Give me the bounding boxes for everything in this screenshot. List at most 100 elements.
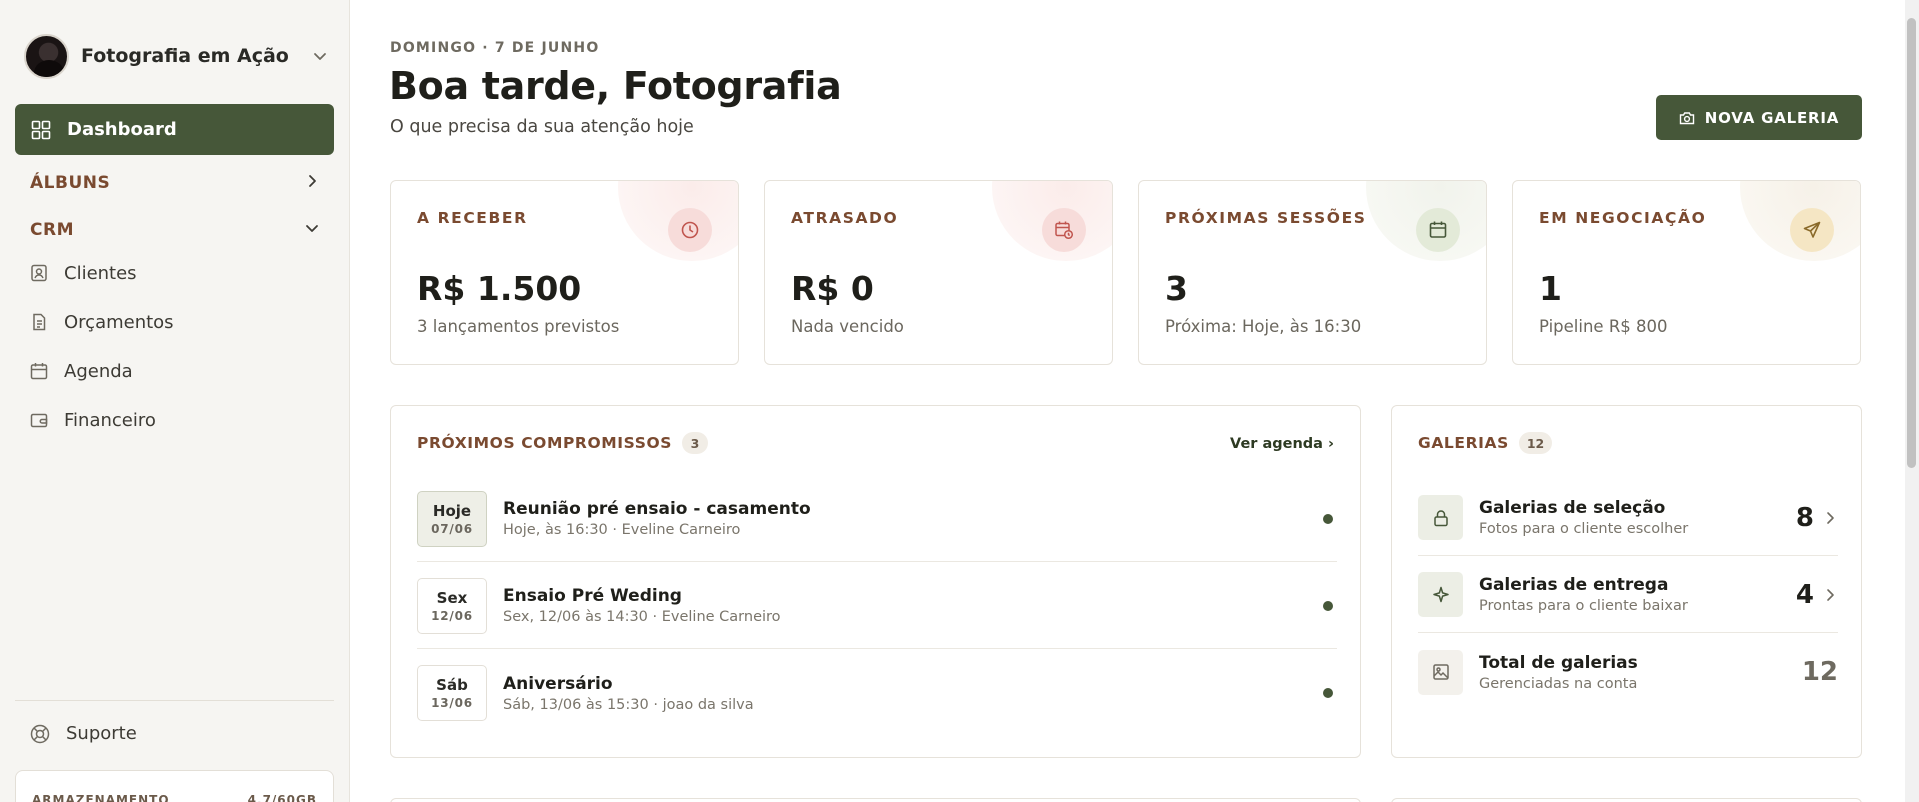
support-label: Suporte <box>66 723 137 744</box>
calendar-clock-icon <box>1042 208 1086 252</box>
image-icon <box>1418 649 1463 695</box>
view-agenda-link[interactable]: Ver agenda › <box>1230 436 1334 452</box>
contact-icon <box>30 264 50 282</box>
gallery-title: Total de galerias <box>1479 652 1638 673</box>
dashboard-icon <box>31 120 51 140</box>
appointment-row[interactable]: Hoje 07/06 Reunião pré ensaio - casament… <box>417 476 1337 562</box>
lock-icon <box>1418 495 1463 540</box>
stat-note: Pipeline R$ 800 <box>1539 317 1668 336</box>
stat-value: 1 <box>1539 269 1562 308</box>
sidebar-item-agenda[interactable]: Agenda <box>30 356 133 386</box>
chevron-right-icon <box>1824 511 1838 525</box>
gallery-row-total: Total de galerias Gerenciadas na conta 1… <box>1418 634 1838 710</box>
count-badge: 12 <box>1518 432 1553 454</box>
lifebuoy-icon <box>30 724 50 744</box>
divider <box>15 700 334 701</box>
panel-title: GALERIAS <box>1418 434 1509 452</box>
panel-partial <box>390 798 1361 802</box>
stat-note: Nada vencido <box>791 317 904 336</box>
stat-value: 3 <box>1165 269 1188 308</box>
stat-value: R$ 1.500 <box>417 269 582 308</box>
stat-label: A RECEBER <box>417 209 528 227</box>
page-title: Boa tarde, Fotografia <box>389 64 842 108</box>
stat-card-negotiation[interactable]: EM NEGOCIAÇÃO 1 Pipeline R$ 800 <box>1512 180 1861 365</box>
chevron-right-icon <box>1824 588 1838 602</box>
count-badge: 3 <box>682 432 709 454</box>
gallery-count: 12 <box>1801 657 1838 687</box>
account-switcher[interactable]: Fotografia em Ação <box>24 33 330 79</box>
scrollbar-thumb[interactable] <box>1907 18 1916 468</box>
wallet-icon <box>30 411 50 429</box>
storage-value: 4,7/60GB <box>247 793 317 802</box>
gallery-row-selection[interactable]: Galerias de seleção Fotos para o cliente… <box>1418 480 1838 556</box>
storage-label: ARMAZENAMENTO <box>32 793 170 802</box>
sidebar-item-financeiro[interactable]: Financeiro <box>30 405 156 435</box>
sidebar-item-label: Financeiro <box>64 409 156 431</box>
appointment-detail: Hoje, às 16:30 · Eveline Carneiro <box>503 522 741 538</box>
stat-card-overdue[interactable]: ATRASADO R$ 0 Nada vencido <box>764 180 1113 365</box>
support-link[interactable]: Suporte <box>30 723 137 744</box>
gallery-detail: Prontas para o cliente baixar <box>1479 598 1688 614</box>
page-subtitle: O que precisa da sua atenção hoje <box>390 117 694 137</box>
stat-note: Próxima: Hoje, às 16:30 <box>1165 317 1362 336</box>
stat-label: EM NEGOCIAÇÃO <box>1539 209 1707 227</box>
appointment-row[interactable]: Sex 12/06 Ensaio Pré Weding Sex, 12/06 à… <box>417 563 1337 649</box>
sidebar-item-dashboard[interactable]: Dashboard <box>15 104 334 155</box>
sidebar-item-label: Clientes <box>64 262 137 284</box>
sidebar-item-label: Dashboard <box>67 119 177 140</box>
camera-icon <box>1679 110 1695 126</box>
chevron-down-icon <box>310 46 330 66</box>
date-chip: Sáb 13/06 <box>417 665 487 721</box>
date-day: Sex <box>436 588 468 607</box>
sparkle-icon <box>1418 572 1463 617</box>
chevron-right-icon <box>304 173 320 194</box>
sidebar-item-orcamentos[interactable]: Orçamentos <box>30 307 174 337</box>
date-value: 07/06 <box>431 521 473 536</box>
status-dot <box>1323 600 1333 611</box>
avatar <box>24 33 69 79</box>
clock-icon <box>668 208 712 252</box>
panel-header: GALERIAS 12 <box>1418 432 1553 454</box>
panel-partial <box>1391 798 1862 802</box>
chevron-down-icon <box>304 220 320 241</box>
stat-label: PRÓXIMAS SESSÕES <box>1165 209 1367 227</box>
sidebar-section-albums[interactable]: ÁLBUNS <box>30 168 320 198</box>
gallery-title: Galerias de seleção <box>1479 498 1666 518</box>
gallery-detail: Gerenciadas na conta <box>1479 675 1638 692</box>
new-gallery-button[interactable]: NOVA GALERIA <box>1656 95 1862 140</box>
date-day: Sáb <box>436 676 468 694</box>
appointments-panel: PRÓXIMOS COMPROMISSOS 3 Ver agenda › Hoj… <box>390 405 1361 758</box>
date-chip: Sex 12/06 <box>417 577 487 634</box>
gallery-title: Galerias de entrega <box>1479 575 1669 595</box>
new-gallery-label: NOVA GALERIA <box>1704 108 1840 127</box>
brand-name: Fotografia em Ação <box>81 45 289 67</box>
storage-card: ARMAZENAMENTO 4,7/60GB <box>15 770 334 802</box>
gallery-detail: Fotos para o cliente escolher <box>1479 521 1689 537</box>
stat-note: 3 lançamentos previstos <box>417 317 620 336</box>
date-chip: Hoje 07/06 <box>417 490 487 547</box>
stat-label: ATRASADO <box>791 209 899 227</box>
calendar-icon <box>1416 208 1460 252</box>
appointment-detail: Sex, 12/06 às 14:30 · Eveline Carneiro <box>503 609 781 625</box>
section-label: ÁLBUNS <box>30 173 111 193</box>
appointment-row[interactable]: Sáb 13/06 Aniversário Sáb, 13/06 às 15:3… <box>417 650 1337 736</box>
appointment-title: Reunião pré ensaio - casamento <box>503 499 811 519</box>
sidebar-section-crm[interactable]: CRM <box>30 215 320 245</box>
date-day: Hoje <box>432 501 472 520</box>
scrollbar[interactable] <box>1905 0 1919 802</box>
stat-value: R$ 0 <box>791 269 874 308</box>
stat-card-receivable[interactable]: A RECEBER R$ 1.500 3 lançamentos previst… <box>390 180 739 365</box>
status-dot <box>1323 513 1333 524</box>
sidebar-item-clientes[interactable]: Clientes <box>30 258 137 288</box>
gallery-row-delivery[interactable]: Galerias de entrega Prontas para o clien… <box>1418 557 1838 633</box>
galleries-panel: GALERIAS 12 Galerias de seleção Fotos pa… <box>1391 405 1862 758</box>
status-dot <box>1323 688 1333 698</box>
document-icon <box>30 313 50 331</box>
panel-header: PRÓXIMOS COMPROMISSOS 3 <box>417 432 709 454</box>
calendar-icon <box>30 362 50 380</box>
stat-card-sessions[interactable]: PRÓXIMAS SESSÕES 3 Próxima: Hoje, às 16:… <box>1138 180 1487 365</box>
sidebar-item-label: Agenda <box>64 360 133 382</box>
gallery-count: 4 <box>1795 579 1814 610</box>
panel-title: PRÓXIMOS COMPROMISSOS <box>417 434 673 452</box>
sidebar-item-label: Orçamentos <box>64 311 174 333</box>
